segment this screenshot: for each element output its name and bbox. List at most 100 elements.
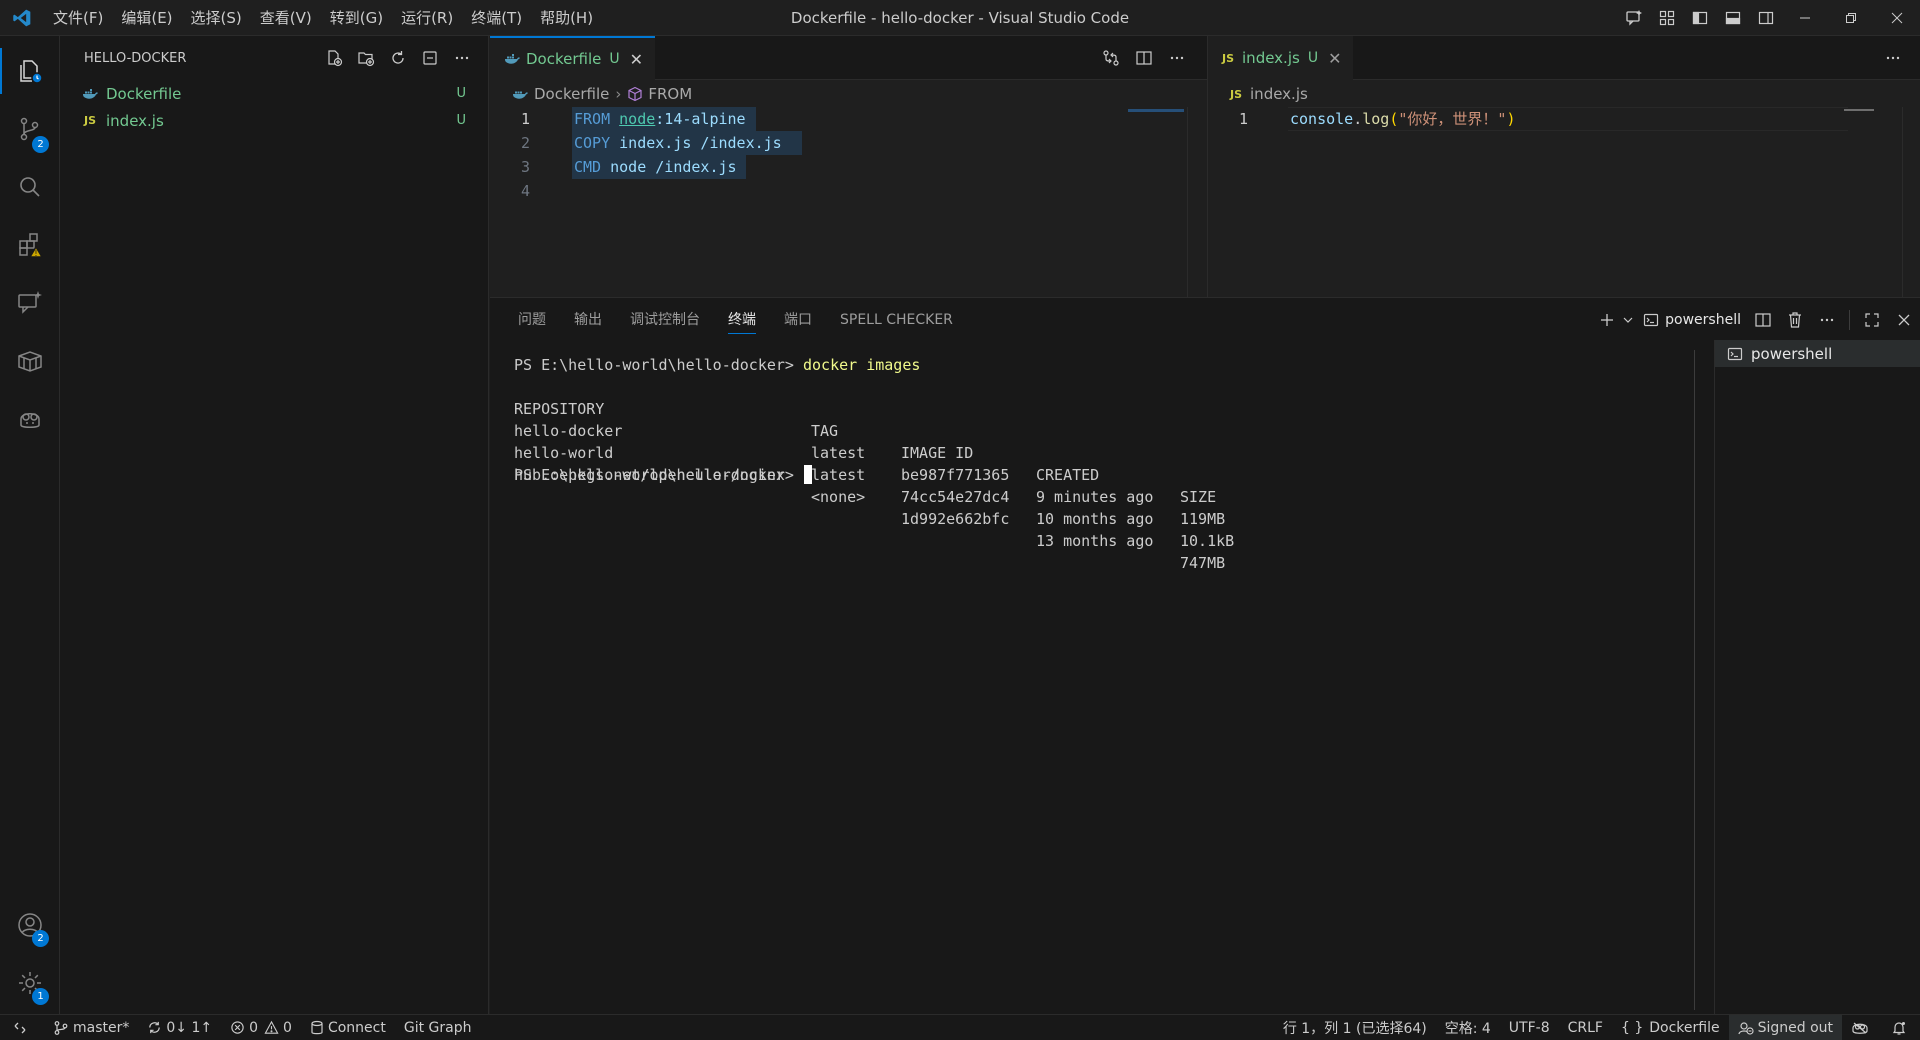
chevron-down-icon[interactable] (1619, 298, 1637, 342)
notifications-bell-icon[interactable] (1882, 1015, 1920, 1040)
menu-view[interactable]: 查看(V) (251, 4, 321, 32)
tab-terminal[interactable]: 终端 (714, 298, 770, 342)
js-icon: JS (1230, 87, 1243, 101)
menu-help[interactable]: 帮助(H) (531, 4, 602, 32)
containers-icon[interactable] (0, 332, 60, 390)
toggle-panel-icon[interactable] (1716, 0, 1749, 36)
tab-label: index.js (1242, 49, 1300, 67)
close-tab-icon[interactable]: ✕ (630, 50, 643, 69)
more-actions-icon[interactable] (1160, 36, 1193, 80)
menu-edit[interactable]: 编辑(E) (112, 4, 181, 32)
terminal-shell-label[interactable]: powershell (1637, 298, 1747, 342)
account-sync-icon (1737, 1022, 1754, 1035)
search-icon[interactable] (0, 158, 60, 216)
file-item-dockerfile[interactable]: Dockerfile U (60, 80, 488, 107)
editor-scrollbar[interactable] (1187, 107, 1205, 297)
remote-indicator-icon[interactable] (0, 1015, 44, 1040)
breadcrumb-file[interactable]: Dockerfile (534, 85, 609, 103)
git-status-untracked: U (456, 113, 466, 128)
error-count: 0 (249, 1019, 259, 1036)
chat-icon[interactable] (0, 274, 60, 332)
more-actions-icon[interactable] (1811, 298, 1843, 342)
problems-status[interactable]: 0 0 (221, 1015, 301, 1040)
toggle-secondary-sidebar-icon[interactable] (1749, 0, 1782, 36)
indentation[interactable]: 空格: 4 (1436, 1015, 1500, 1040)
symbol-icon (627, 86, 643, 102)
close-window-icon[interactable] (1874, 0, 1920, 36)
sync-status[interactable]: 0↓ 1↑ (138, 1015, 221, 1040)
new-file-icon[interactable] (318, 44, 350, 72)
menu-go[interactable]: 转到(G) (321, 4, 392, 32)
encoding[interactable]: UTF-8 (1500, 1015, 1559, 1040)
end-of-line[interactable]: CRLF (1559, 1015, 1612, 1040)
terminal-icon (1644, 313, 1659, 327)
index-js-editor[interactable]: 1 console.log("你好，世界！") (1208, 107, 1920, 297)
breadcrumb: JS index.js (1230, 81, 1308, 107)
trash-icon[interactable] (1779, 298, 1811, 342)
new-terminal-plus-icon[interactable] (1595, 298, 1619, 342)
more-actions-icon[interactable] (1876, 36, 1909, 80)
git-graph-button[interactable]: Git Graph (395, 1015, 481, 1040)
maximize-panel-icon[interactable] (1856, 298, 1888, 342)
explorer-header: HELLO-DOCKER (60, 36, 488, 80)
tab-problems[interactable]: 问题 (504, 298, 560, 342)
more-actions-icon[interactable] (446, 44, 478, 72)
cell: <none> (811, 488, 866, 506)
accounts-icon[interactable]: 2 (0, 896, 60, 954)
source-control-icon[interactable]: 2 (0, 100, 60, 158)
menu-terminal[interactable]: 终端(T) (462, 4, 531, 32)
tab-spell-checker[interactable]: SPELL CHECKER (826, 298, 967, 342)
warning-count: 0 (283, 1019, 292, 1036)
extensions-icon[interactable]: ! (0, 216, 60, 274)
menu-run[interactable]: 运行(R) (392, 4, 462, 32)
file-item-index-js[interactable]: JS index.js U (60, 107, 488, 134)
menu-selection[interactable]: 选择(S) (182, 4, 251, 32)
toggle-primary-sidebar-icon[interactable] (1683, 0, 1716, 36)
cell: 10 months ago (1036, 510, 1154, 528)
split-terminal-icon[interactable] (1747, 298, 1779, 342)
copilot-icon[interactable] (0, 390, 60, 448)
tab-dockerfile[interactable]: Dockerfile U ✕ (490, 36, 656, 80)
panel-tabs: 问题 输出 调试控制台 终端 端口 SPELL CHECKER (490, 298, 967, 342)
terminal-scrollbar[interactable] (1694, 350, 1700, 1010)
open-changes-icon[interactable] (1094, 36, 1127, 80)
code-line: COPY index.js /index.js (574, 131, 782, 155)
collapse-all-icon[interactable] (414, 44, 446, 72)
new-folder-icon[interactable] (350, 44, 382, 72)
copilot-status-icon[interactable] (1842, 1015, 1882, 1040)
refresh-icon[interactable] (382, 44, 414, 72)
close-tab-icon[interactable]: ✕ (1328, 49, 1341, 68)
terminal-table-header: REPOSITORY TAG IMAGE ID CREATED SIZE (514, 376, 1684, 506)
editor-scrollbar[interactable] (1902, 107, 1920, 297)
tab-index-js[interactable]: JS index.js U ✕ (1208, 36, 1354, 80)
signed-out-status[interactable]: Signed out (1728, 1015, 1842, 1040)
terminal-output[interactable]: PS E:\hello-world\hello-docker> docker i… (514, 354, 1684, 994)
language-mode[interactable]: { } Dockerfile (1612, 1015, 1729, 1040)
close-panel-icon[interactable] (1888, 298, 1920, 342)
warning-icon (264, 1020, 279, 1034)
minimap[interactable] (1128, 109, 1184, 112)
restore-icon[interactable] (1828, 0, 1874, 36)
branch-status[interactable]: master* (44, 1015, 138, 1040)
col-header: SIZE (1180, 488, 1217, 506)
code-arg: /index.js (646, 158, 737, 176)
connect-status[interactable]: Connect (301, 1015, 395, 1040)
cursor-position[interactable]: 行 1，列 1 (已选择64) (1274, 1015, 1436, 1040)
status-bar: master* 0↓ 1↑ 0 0 Connect Git Graph 行 1，… (0, 1014, 1920, 1040)
tab-output[interactable]: 输出 (560, 298, 616, 342)
copilot-chat-icon[interactable] (1617, 0, 1650, 36)
breadcrumb-file[interactable]: index.js (1250, 85, 1308, 103)
tab-ports[interactable]: 端口 (770, 298, 826, 342)
minimap[interactable] (1844, 109, 1874, 111)
customize-layout-icon[interactable] (1650, 0, 1683, 36)
split-editor-icon[interactable] (1127, 36, 1160, 80)
settings-gear-icon[interactable]: 1 (0, 954, 60, 1012)
explorer-icon[interactable] (0, 42, 60, 100)
minimize-icon[interactable] (1782, 0, 1828, 36)
breadcrumb-symbol[interactable]: FROM (648, 85, 692, 103)
tab-debug-console[interactable]: 调试控制台 (616, 298, 714, 342)
dockerfile-editor[interactable]: 1 2 3 4 FROM node:14-alpine COPY index.j… (490, 107, 1207, 297)
terminal-list-item[interactable]: powershell (1715, 340, 1920, 367)
code-keyword: CMD (574, 158, 602, 176)
menu-file[interactable]: 文件(F) (44, 4, 112, 32)
